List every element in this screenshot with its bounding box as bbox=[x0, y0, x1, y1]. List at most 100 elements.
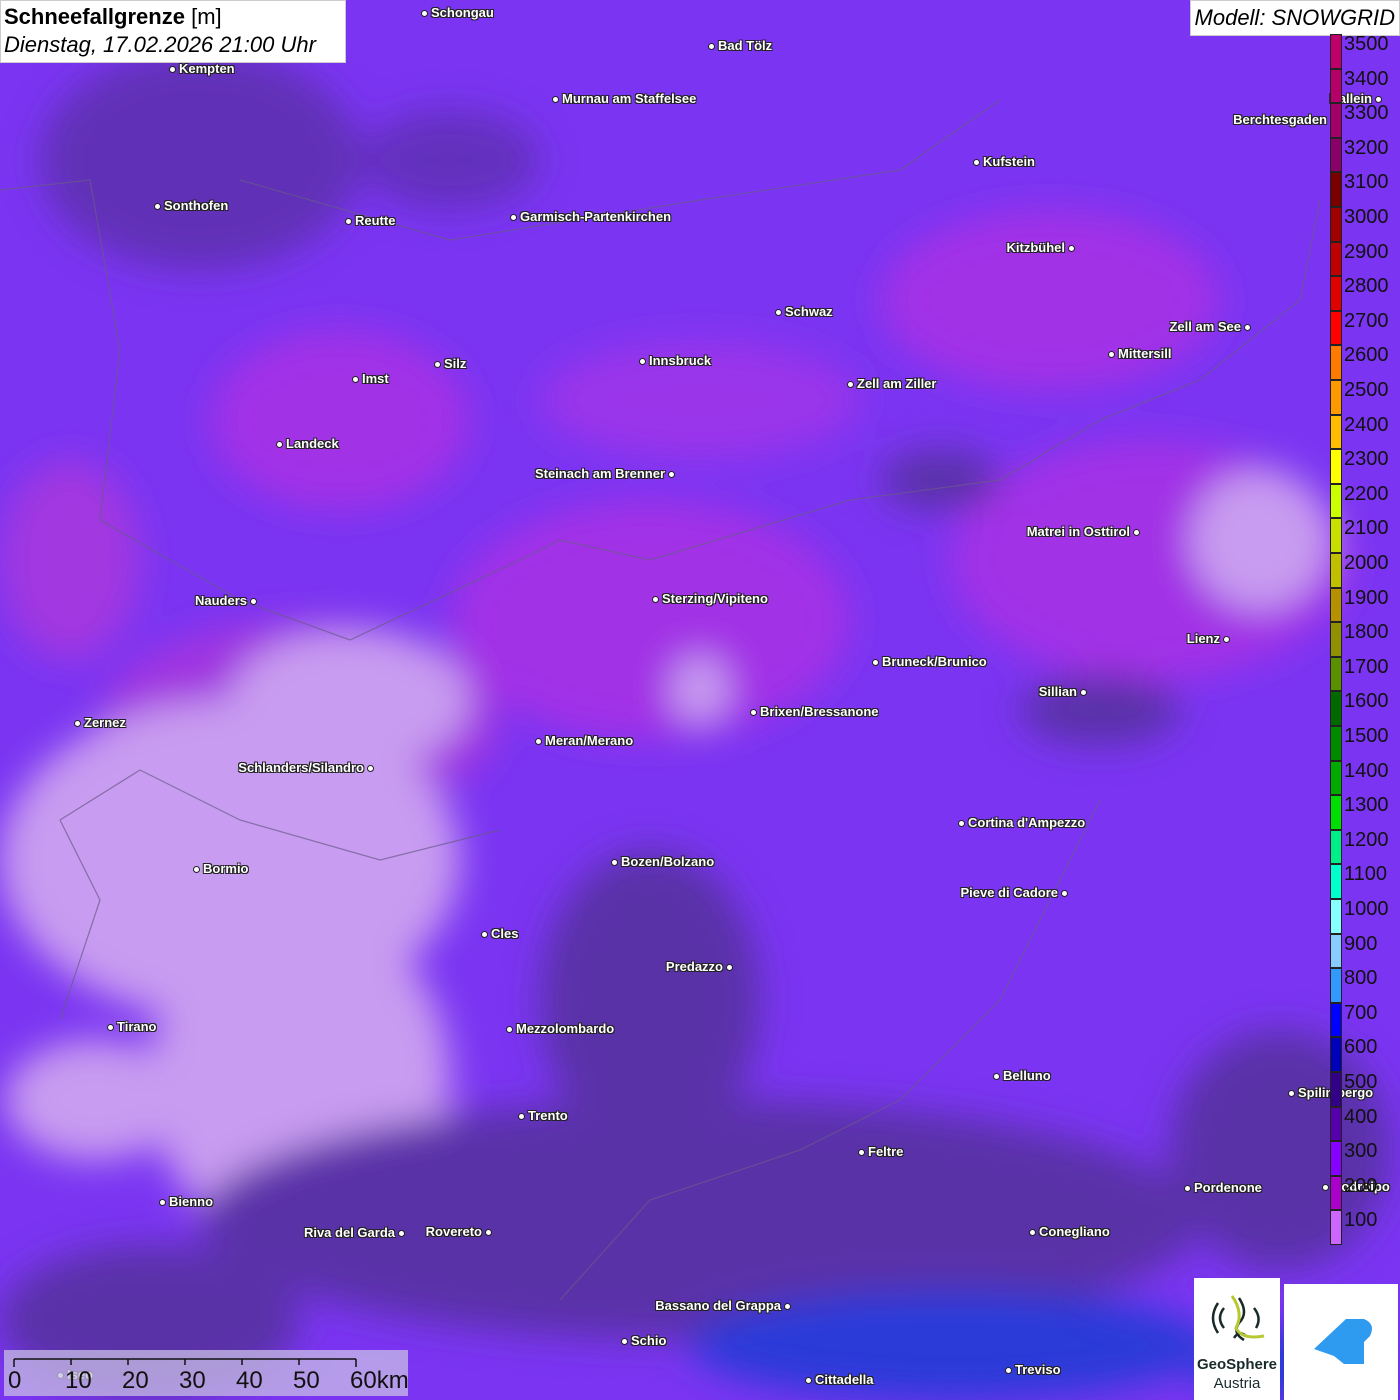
city-marker[interactable] bbox=[344, 217, 352, 225]
city-label[interactable]: Zell am See bbox=[1169, 319, 1241, 334]
city-marker[interactable] bbox=[1107, 350, 1115, 358]
city-label[interactable]: Bienno bbox=[169, 1194, 213, 1209]
city-label[interactable]: Pieve di Cadore bbox=[960, 885, 1058, 900]
city-label[interactable]: Lienz bbox=[1187, 631, 1220, 646]
city-marker[interactable] bbox=[857, 1148, 865, 1156]
city-label[interactable]: Nauders bbox=[195, 593, 247, 608]
city-label[interactable]: Bozen/Bolzano bbox=[621, 854, 714, 869]
city-label[interactable]: Murnau am Staffelsee bbox=[562, 91, 696, 106]
city-label[interactable]: Landeck bbox=[286, 436, 339, 451]
city-marker[interactable] bbox=[1067, 244, 1075, 252]
city-marker[interactable] bbox=[725, 963, 733, 971]
city-label[interactable]: Conegliano bbox=[1039, 1224, 1110, 1239]
city-marker[interactable] bbox=[774, 308, 782, 316]
city-label[interactable]: Sterzing/Vipiteno bbox=[662, 591, 768, 606]
city-label[interactable]: Kempten bbox=[179, 61, 235, 76]
city-label[interactable]: Treviso bbox=[1015, 1362, 1061, 1377]
city-label[interactable]: Bassano del Grappa bbox=[655, 1298, 781, 1313]
city-marker[interactable] bbox=[1222, 635, 1230, 643]
city-label[interactable]: Steinach am Brenner bbox=[535, 466, 665, 481]
city-marker[interactable] bbox=[484, 1228, 492, 1236]
city-label[interactable]: Schongau bbox=[431, 5, 494, 20]
city-marker[interactable] bbox=[249, 597, 257, 605]
city-label[interactable]: Schio bbox=[631, 1333, 666, 1348]
geosphere-logo[interactable]: GeoSphere Austria bbox=[1194, 1278, 1280, 1400]
city-marker[interactable] bbox=[1079, 688, 1087, 696]
city-label[interactable]: Meran/Merano bbox=[545, 733, 633, 748]
city-marker[interactable] bbox=[1243, 323, 1251, 331]
city-marker[interactable] bbox=[846, 380, 854, 388]
city-label[interactable]: Bad Tölz bbox=[718, 38, 772, 53]
city-label[interactable]: Schlanders/Silandro bbox=[238, 760, 364, 775]
city-marker[interactable] bbox=[351, 375, 359, 383]
city-marker[interactable] bbox=[420, 9, 428, 17]
city-label[interactable]: Matrei in Osttirol bbox=[1027, 524, 1130, 539]
city-label[interactable]: Cles bbox=[491, 926, 518, 941]
city-marker[interactable] bbox=[1060, 889, 1068, 897]
city-label[interactable]: Predazzo bbox=[666, 959, 723, 974]
city-marker[interactable] bbox=[1004, 1366, 1012, 1374]
city-label[interactable]: Zell am Ziller bbox=[857, 376, 936, 391]
city-marker[interactable] bbox=[168, 65, 176, 73]
city-marker[interactable] bbox=[992, 1072, 1000, 1080]
city-label[interactable]: Pordenone bbox=[1194, 1180, 1262, 1195]
city-label[interactable]: Zernez bbox=[84, 715, 126, 730]
city-marker[interactable] bbox=[106, 1023, 114, 1031]
city-label[interactable]: Trento bbox=[528, 1108, 568, 1123]
city-marker[interactable] bbox=[1287, 1089, 1295, 1097]
city-marker[interactable] bbox=[433, 360, 441, 368]
city-label[interactable]: Belluno bbox=[1003, 1068, 1051, 1083]
city-marker[interactable] bbox=[509, 213, 517, 221]
city-marker[interactable] bbox=[275, 440, 283, 448]
city-marker[interactable] bbox=[73, 719, 81, 727]
city-label[interactable]: Brixen/Bressanone bbox=[760, 704, 879, 719]
city-label[interactable]: Mittersill bbox=[1118, 346, 1171, 361]
city-marker[interactable] bbox=[871, 658, 879, 666]
city-label[interactable]: Feltre bbox=[868, 1144, 903, 1159]
city-marker[interactable] bbox=[551, 95, 559, 103]
city-marker[interactable] bbox=[158, 1198, 166, 1206]
city-marker[interactable] bbox=[707, 42, 715, 50]
city-label[interactable]: Tirano bbox=[117, 1019, 157, 1034]
city-label[interactable]: Innsbruck bbox=[649, 353, 711, 368]
city-label[interactable]: Kufstein bbox=[983, 154, 1035, 169]
city-marker[interactable] bbox=[366, 764, 374, 772]
city-label[interactable]: Reutte bbox=[355, 213, 395, 228]
city-label[interactable]: Sonthofen bbox=[164, 198, 228, 213]
city-marker[interactable] bbox=[517, 1112, 525, 1120]
city-marker[interactable] bbox=[397, 1229, 405, 1237]
city-marker[interactable] bbox=[620, 1337, 628, 1345]
city-label[interactable]: Schwaz bbox=[785, 304, 833, 319]
city-label[interactable]: Cortina d'Ampezzo bbox=[968, 815, 1085, 830]
city-marker[interactable] bbox=[1132, 528, 1140, 536]
city-marker[interactable] bbox=[1321, 1183, 1329, 1191]
city-label[interactable]: Mezzolombardo bbox=[516, 1021, 614, 1036]
city-marker[interactable] bbox=[972, 158, 980, 166]
city-label[interactable]: Bormio bbox=[203, 861, 249, 876]
city-marker[interactable] bbox=[505, 1025, 513, 1033]
city-label[interactable]: Riva del Garda bbox=[304, 1225, 395, 1240]
city-marker[interactable] bbox=[749, 708, 757, 716]
city-label[interactable]: Imst bbox=[362, 371, 389, 386]
city-label[interactable]: Sillian bbox=[1039, 684, 1077, 699]
city-marker[interactable] bbox=[651, 595, 659, 603]
city-label[interactable]: Kitzbühel bbox=[1007, 240, 1066, 255]
city-label[interactable]: Bruneck/Brunico bbox=[882, 654, 987, 669]
city-label[interactable]: Berchtesgaden bbox=[1233, 112, 1327, 127]
city-marker[interactable] bbox=[534, 737, 542, 745]
city-marker[interactable] bbox=[804, 1376, 812, 1384]
city-marker[interactable] bbox=[783, 1302, 791, 1310]
city-marker[interactable] bbox=[1183, 1184, 1191, 1192]
city-marker[interactable] bbox=[192, 865, 200, 873]
city-marker[interactable] bbox=[480, 930, 488, 938]
snow-app-logo[interactable] bbox=[1284, 1284, 1398, 1400]
city-marker[interactable] bbox=[667, 470, 675, 478]
city-marker[interactable] bbox=[638, 357, 646, 365]
city-label[interactable]: Silz bbox=[444, 356, 466, 371]
city-label[interactable]: Cittadella bbox=[815, 1372, 874, 1387]
city-marker[interactable] bbox=[153, 202, 161, 210]
city-marker[interactable] bbox=[1028, 1228, 1036, 1236]
city-marker[interactable] bbox=[957, 819, 965, 827]
city-marker[interactable] bbox=[610, 858, 618, 866]
city-label[interactable]: Rovereto bbox=[426, 1224, 482, 1239]
